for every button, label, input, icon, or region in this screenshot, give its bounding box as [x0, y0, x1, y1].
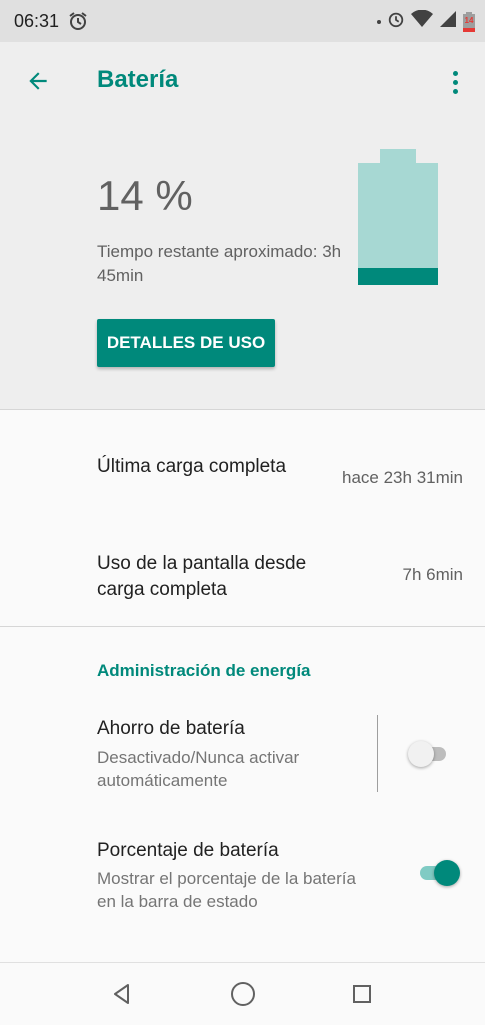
info-value: hace 23h 31min — [342, 468, 463, 487]
more-vert-icon — [452, 70, 458, 76]
status-time: 06:31 — [14, 11, 60, 31]
battery-level-fill — [358, 268, 438, 285]
home-circle-icon — [231, 982, 255, 1006]
recents-square-icon — [353, 985, 371, 1003]
status-bar: 06:31 14 — [0, 0, 485, 42]
battery-status-level: 14 — [464, 15, 474, 25]
alarm-icon — [68, 11, 88, 36]
arrow-back-icon — [29, 72, 47, 90]
nav-back-button[interactable] — [104, 977, 140, 1011]
pref-title: Ahorro de batería — [97, 718, 245, 739]
info-value: 7h 6min — [402, 565, 463, 584]
navigation-bar — [0, 962, 485, 1025]
usage-details-button[interactable]: DETALLES DE USO — [97, 319, 275, 367]
section-title: Administración de energía — [97, 661, 311, 680]
alarm-icon — [387, 10, 405, 33]
info-label: Última carga completa — [97, 456, 287, 477]
battery-header: Batería 14 % Tiempo restante aproximado:… — [0, 42, 485, 409]
battery-percentage-pref[interactable]: Porcentaje de batería Mostrar el porcent… — [0, 824, 485, 934]
divider — [0, 409, 485, 410]
time-remaining: Tiempo restante aproximado: 3h 45min — [97, 242, 342, 285]
screen-usage-row[interactable]: Uso de la pantalla desde carga completa … — [0, 527, 485, 623]
back-button[interactable] — [22, 65, 54, 97]
cell-signal-icon — [439, 10, 457, 33]
page-title: Batería — [97, 66, 179, 93]
wifi-icon — [411, 9, 433, 33]
battery-status-icon: 14 — [463, 11, 475, 32]
pref-subtitle: Mostrar el porcentaje de la batería en l… — [97, 869, 356, 911]
back-triangle-icon — [114, 984, 129, 1004]
battery-percentage-switch[interactable] — [418, 859, 460, 887]
divider — [0, 626, 485, 627]
battery-graphic-icon — [358, 149, 438, 285]
divider — [377, 715, 378, 792]
nav-home-button[interactable] — [225, 977, 261, 1011]
pref-title: Porcentaje de batería — [97, 840, 279, 861]
more-options-button[interactable] — [443, 64, 467, 100]
last-full-charge-row[interactable]: Última carga completa hace 23h 31min — [0, 430, 485, 526]
battery-percent: 14 % — [97, 172, 193, 219]
pref-subtitle: Desactivado/Nunca activar automáticament… — [97, 748, 300, 790]
info-label: Uso de la pantalla desde carga completa — [97, 553, 307, 600]
nav-recents-button[interactable] — [344, 977, 380, 1011]
battery-saver-switch[interactable] — [408, 740, 448, 768]
notification-dot-icon — [377, 19, 381, 24]
status-icons: 14 — [377, 9, 475, 33]
